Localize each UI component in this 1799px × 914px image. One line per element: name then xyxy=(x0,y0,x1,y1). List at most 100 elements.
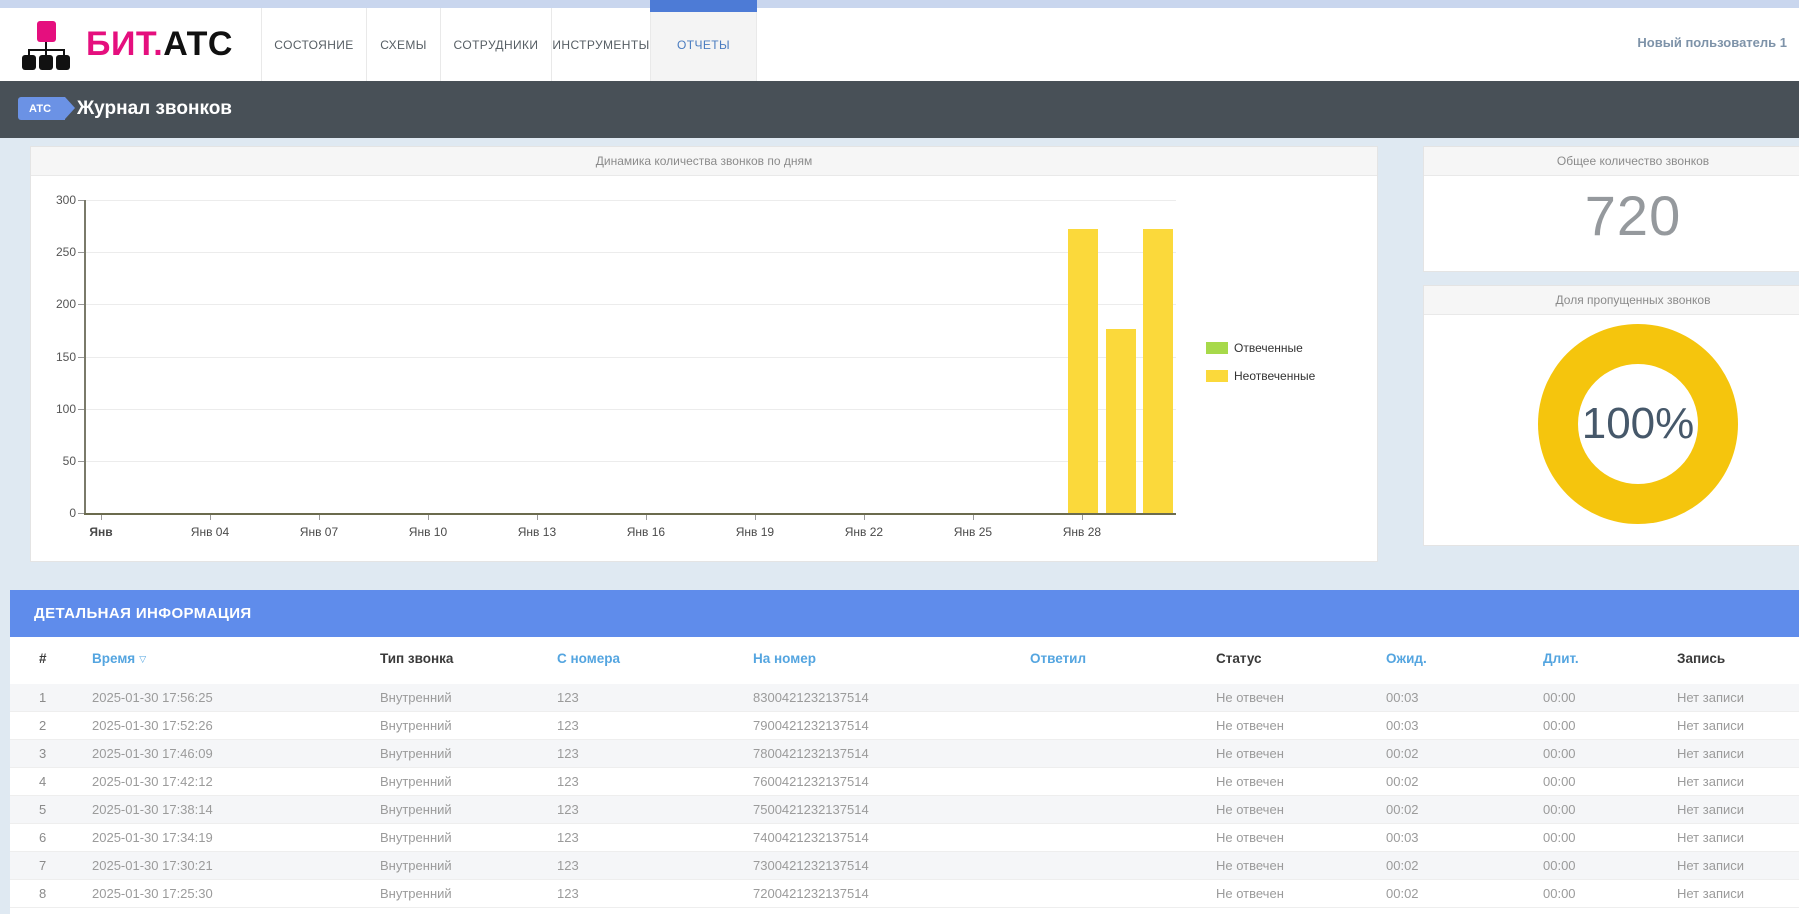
bar-unanswered-day30 xyxy=(1106,329,1136,513)
cell: Нет записи xyxy=(1677,718,1744,733)
x-axis-tick-label: Янв 25 xyxy=(943,525,1003,539)
cell: 123 xyxy=(557,718,579,733)
column-header-сномера[interactable]: С номера xyxy=(557,651,620,666)
cell: 2025-01-30 17:34:19 xyxy=(92,830,213,845)
missed-share-panel: Доля пропущенных звонков 100% xyxy=(1423,285,1799,546)
cell: 00:02 xyxy=(1386,746,1419,761)
cell: Нет записи xyxy=(1677,802,1744,817)
nav-tab-состояние[interactable]: СОСТОЯНИЕ xyxy=(261,8,366,81)
cell: 7300421232137514 xyxy=(753,858,869,873)
cell: Внутренний xyxy=(380,830,452,845)
cell: 1 xyxy=(39,690,46,705)
cell: 123 xyxy=(557,802,579,817)
page-title: Журнал звонков xyxy=(77,98,232,120)
missed-share-donut: 100% xyxy=(1538,324,1738,524)
org-chart-icon xyxy=(22,21,72,67)
app-logo[interactable]: БИТ.АТС xyxy=(22,17,262,72)
legend-item: Отвеченные xyxy=(1206,341,1303,355)
cell: 2025-01-30 17:42:12 xyxy=(92,774,213,789)
cell: 00:00 xyxy=(1543,690,1576,705)
table-row[interactable]: 52025-01-30 17:38:14Внутренний1237500421… xyxy=(10,796,1799,824)
cell: 00:00 xyxy=(1543,802,1576,817)
gridline xyxy=(84,200,1176,201)
y-axis-tick-label: 50 xyxy=(36,454,76,468)
nav-tab-схемы[interactable]: СХЕМЫ xyxy=(366,8,440,81)
cell: 3 xyxy=(39,746,46,761)
table-header-row: #Время▽Тип звонкаС номераНа номерОтветил… xyxy=(10,637,1799,685)
nav-tab-отчеты[interactable]: ОТЧЕТЫ xyxy=(650,8,757,81)
table-row[interactable]: 82025-01-30 17:25:30Внутренний1237200421… xyxy=(10,880,1799,908)
nav-tab-инструменты[interactable]: ИНСТРУМЕНТЫ xyxy=(551,8,650,81)
table-row[interactable]: 32025-01-30 17:46:09Внутренний1237800421… xyxy=(10,740,1799,768)
y-axis-tick-label: 0 xyxy=(36,506,76,520)
column-header-наномер[interactable]: На номер xyxy=(753,651,816,666)
cell: Нет записи xyxy=(1677,746,1744,761)
table-row[interactable]: 6 2025-01-30 17:34:19 Внутренний 123 7400421… xyxy=(10,824,1799,852)
column-header-длит[interactable]: Длит. xyxy=(1543,651,1579,666)
missed-share-title: Доля пропущенных звонков xyxy=(1424,286,1799,315)
x-axis-tick-label: Янв 16 xyxy=(616,525,676,539)
column-header-ответил[interactable]: Ответил xyxy=(1030,651,1086,666)
x-axis-tick-label: Янв 04 xyxy=(180,525,240,539)
cell: Внутренний xyxy=(380,858,452,873)
cell: 00:03 xyxy=(1386,690,1419,705)
total-calls-panel: Общее количество звонков 720 xyxy=(1423,146,1799,272)
table-row[interactable]: 12025-01-30 17:56:25Внутренний1238300421… xyxy=(10,684,1799,712)
cell: Внутренний xyxy=(380,746,452,761)
cell: Нет записи xyxy=(1677,858,1744,873)
cell: 7600421232137514 xyxy=(753,774,869,789)
cell: Нет записи xyxy=(1677,886,1744,901)
cell: 2025-01-30 17:30:21 xyxy=(92,858,213,873)
column-header-ожид[interactable]: Ожид. xyxy=(1386,651,1427,666)
column-header-типзвонка: Тип звонка xyxy=(380,651,453,666)
cell: 2 xyxy=(39,718,46,733)
legend-swatch xyxy=(1206,370,1228,382)
page-header-band: АТС Журнал звонков xyxy=(0,81,1799,138)
cell: 2025-01-30 17:52:26 xyxy=(92,718,213,733)
column-header-время[interactable]: Время▽ xyxy=(92,651,146,666)
cell: Внутренний xyxy=(380,774,452,789)
cell: 7 xyxy=(39,858,46,873)
x-axis-tick-label: Янв xyxy=(71,525,131,539)
x-axis-tick-label: Янв 19 xyxy=(725,525,785,539)
chart-title: Динамика количества звонков по дням xyxy=(31,147,1377,176)
brand-name: БИТ.АТС xyxy=(86,25,233,64)
cell: 00:03 xyxy=(1386,718,1419,733)
y-axis-tick-label: 150 xyxy=(36,350,76,364)
cell: 7900421232137514 xyxy=(753,718,869,733)
cell: 7400421232137514 xyxy=(753,830,869,845)
cell: 8300421232137514 xyxy=(753,690,869,705)
table-row[interactable]: 42025-01-30 17:42:12Внутренний1237600421… xyxy=(10,768,1799,796)
table-row[interactable]: 2 2025-01-30 17:52:26 Внутренний 123 7900421… xyxy=(10,712,1799,740)
cell: Не отвечен xyxy=(1216,802,1284,817)
cell: Внутренний xyxy=(380,718,452,733)
total-calls-value: 720 xyxy=(1424,183,1799,248)
cell: Не отвечен xyxy=(1216,858,1284,873)
cell: Не отвечен xyxy=(1216,746,1284,761)
cell: 123 xyxy=(557,774,579,789)
cell: 00:00 xyxy=(1543,774,1576,789)
gridline xyxy=(84,357,1176,358)
cell: Не отвечен xyxy=(1216,718,1284,733)
table-row[interactable]: 7 2025-01-30 17:30:21 Внутренний 123 7300421… xyxy=(10,852,1799,880)
current-user[interactable]: Новый пользователь 1 xyxy=(1637,35,1787,50)
x-axis-tick-label: Янв 10 xyxy=(398,525,458,539)
cell: 123 xyxy=(557,830,579,845)
cell: 00:00 xyxy=(1543,718,1576,733)
detail-section-title: ДЕТАЛЬНАЯ ИНФОРМАЦИЯ xyxy=(34,605,252,622)
cell: Внутренний xyxy=(380,802,452,817)
cell: 2025-01-30 17:38:14 xyxy=(92,802,213,817)
total-calls-title: Общее количество звонков xyxy=(1424,147,1799,176)
cell: 6 xyxy=(39,830,46,845)
cell: Не отвечен xyxy=(1216,690,1284,705)
column-header-статус: Статус xyxy=(1216,651,1262,666)
y-axis-tick-label: 100 xyxy=(36,402,76,416)
call-log-table: #Время▽Тип звонкаС номераНа номерОтветил… xyxy=(10,637,1799,914)
nav-tab-сотрудники[interactable]: СОТРУДНИКИ xyxy=(440,8,551,81)
cell: 123 xyxy=(557,858,579,873)
cell: 00:02 xyxy=(1386,858,1419,873)
top-strip xyxy=(0,0,1799,8)
cell: 123 xyxy=(557,746,579,761)
sort-descending-icon: ▽ xyxy=(139,654,146,664)
bar-unanswered-day31 xyxy=(1143,229,1173,513)
